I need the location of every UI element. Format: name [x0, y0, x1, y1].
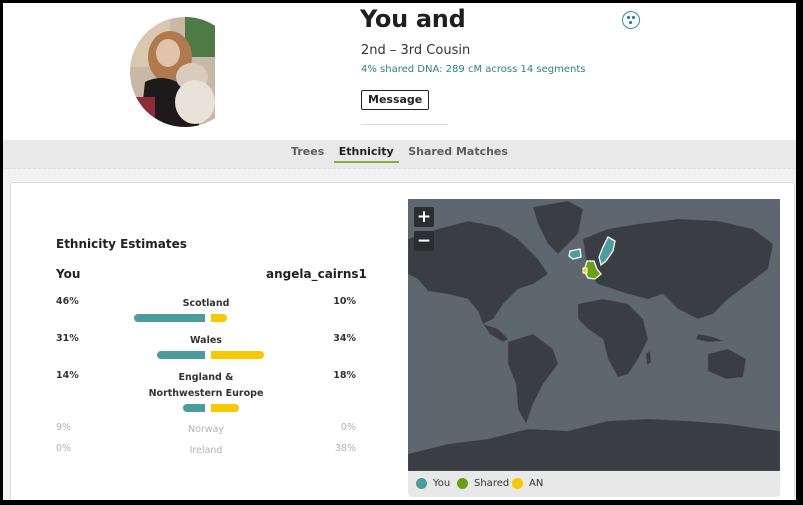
ethnicity-map[interactable]: + − [408, 199, 780, 471]
ireland-region [582, 267, 588, 274]
you-bar [133, 314, 205, 322]
australia [707, 348, 747, 380]
match-percent: 34% [333, 333, 356, 344]
match-percent: 10% [333, 296, 356, 307]
legend-label: You [433, 478, 451, 489]
tab-ethnicity[interactable]: Ethnicity [333, 145, 399, 163]
world-map [408, 200, 780, 471]
iceland-region [568, 248, 582, 260]
header-divider [361, 124, 448, 125]
match-percent: 0% [340, 422, 356, 433]
zoom-out-button[interactable]: − [414, 231, 434, 251]
south-america [507, 333, 559, 425]
match-bar [211, 314, 227, 322]
match-percent: 18% [333, 370, 356, 381]
ethnicity-estimates-heading: Ethnicity Estimates [56, 237, 187, 251]
column-match[interactable]: angela_cairns1 [266, 267, 367, 281]
tab-bar: Trees Ethnicity Shared Matches [3, 140, 796, 169]
you-percent: 9% [56, 422, 72, 433]
you-percent: 14% [56, 370, 79, 381]
column-you: You [56, 267, 81, 281]
avatar[interactable] [130, 17, 240, 127]
message-button[interactable]: Message [361, 90, 430, 110]
shared-dna-link[interactable]: 4% shared DNA: 289 cM across 14 segments [361, 64, 585, 75]
tab-trees[interactable]: Trees [291, 145, 324, 162]
greenland [532, 200, 584, 255]
region-name: Wales [190, 335, 222, 346]
legend-item-shared: Shared [457, 478, 509, 489]
legend-dot-icon [416, 478, 427, 489]
central-america [482, 323, 509, 343]
tab-shared-matches[interactable]: Shared Matches [408, 145, 508, 162]
madagascar [645, 350, 652, 366]
you-percent: 46% [56, 296, 79, 307]
legend-dot-icon [457, 478, 468, 489]
map-legend: You Shared AN [408, 471, 780, 497]
region-name: England & Northwestern Europe [148, 372, 264, 399]
you-percent: 31% [56, 333, 79, 344]
africa [577, 298, 649, 378]
match-percent: 38% [334, 443, 356, 454]
you-bar [156, 351, 205, 359]
profile-photo [130, 17, 215, 127]
legend-dot-icon [512, 478, 523, 489]
relationship-label: 2nd – 3rd Cousin [361, 43, 471, 58]
legend-item-you: You [416, 478, 450, 489]
antarctica [408, 418, 780, 471]
region-name: Ireland [189, 445, 223, 456]
indonesia [695, 333, 724, 343]
legend-item-an: AN [512, 478, 543, 489]
match-page: You and 2nd – 3rd Cousin 4% shared DNA: … [3, 3, 796, 500]
match-bar [211, 404, 239, 412]
region-name: Scotland [182, 298, 230, 309]
page-title: You and [360, 5, 466, 33]
you-percent: 0% [56, 443, 72, 454]
region-name: Norway [187, 424, 225, 435]
family-tree-icon[interactable] [622, 11, 640, 29]
legend-label: Shared [474, 478, 510, 489]
you-bar [183, 404, 205, 412]
legend-label: AN [529, 478, 544, 489]
zoom-in-button[interactable]: + [414, 207, 434, 227]
ethnicity-card: Ethnicity Estimates You angela_cairns1 4… [10, 182, 795, 500]
match-bar [211, 351, 264, 359]
